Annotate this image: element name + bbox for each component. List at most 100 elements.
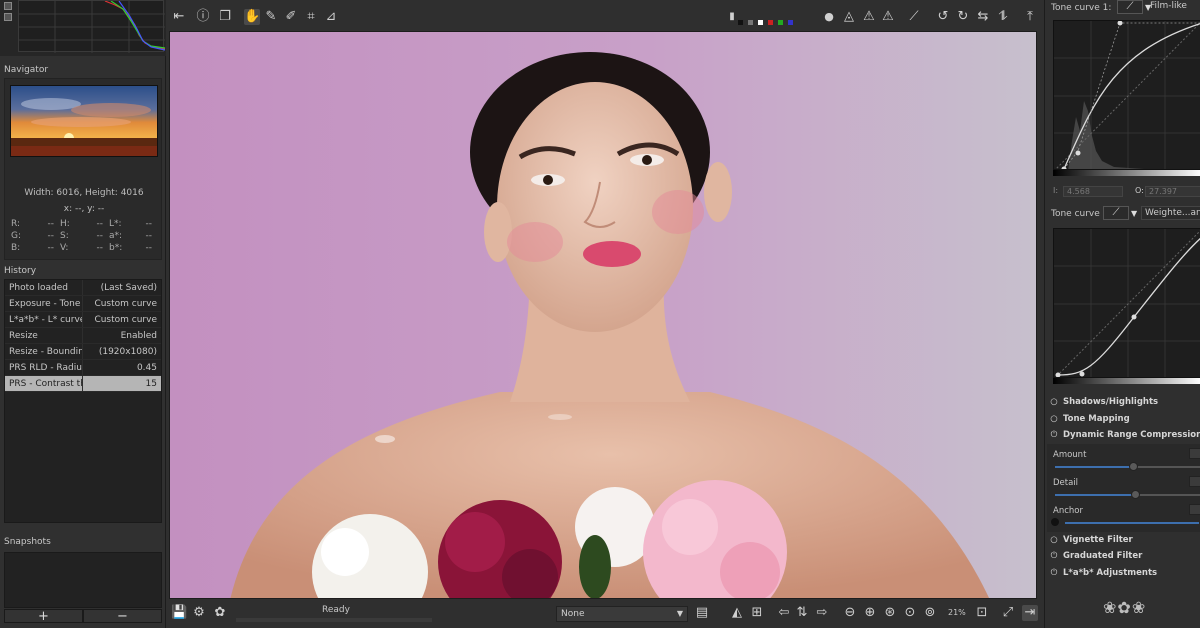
channel-buttons[interactable] bbox=[738, 19, 798, 25]
graph-icon[interactable]: ⟋ bbox=[906, 9, 922, 25]
profile-combo-value: None bbox=[561, 609, 585, 619]
history-row[interactable]: L*a*b* - L* curve Custom curve bbox=[5, 312, 161, 328]
rotate-left-icon[interactable]: ↺ bbox=[935, 9, 951, 25]
curve-io-fields: I: 4.568 O: 27.397 bbox=[1051, 186, 1200, 198]
tool-lab-adjustments[interactable]: ⏻ L*a*b* Adjustments bbox=[1049, 565, 1157, 581]
info-label: B: bbox=[11, 243, 21, 253]
detail-value-box[interactable] bbox=[1189, 476, 1200, 487]
save-image-icon[interactable]: 💾 bbox=[171, 605, 187, 621]
anchor-slider-fill[interactable] bbox=[1065, 522, 1199, 524]
tool-graduated-filter[interactable]: ⏻ Graduated Filter bbox=[1049, 548, 1143, 564]
history-row[interactable]: PRS RLD - Radius 0.45 bbox=[5, 360, 161, 376]
zoom-level: 21% bbox=[948, 608, 966, 617]
curve-mode-2[interactable]: Weighte...anda bbox=[1141, 206, 1200, 220]
curve-output-field[interactable]: 27.397 bbox=[1145, 186, 1200, 197]
new-detail-window-icon[interactable]: ⊡ bbox=[974, 605, 990, 621]
hide-top-panel-icon[interactable]: ⤒ bbox=[1022, 9, 1038, 25]
history-row[interactable]: Exposure - Tone c... Custom curve bbox=[5, 296, 161, 312]
next-image-icon[interactable]: ⇨ bbox=[814, 605, 830, 621]
info-icon[interactable]: ⓘ bbox=[195, 9, 211, 25]
tool-label: Dynamic Range Compression bbox=[1063, 430, 1200, 440]
power-icon[interactable]: ⏻ bbox=[1049, 565, 1059, 581]
tool-label: Tone Mapping bbox=[1063, 414, 1130, 424]
crop-icon[interactable]: ⌗ bbox=[303, 9, 319, 25]
history-row[interactable]: Resize Enabled bbox=[5, 328, 161, 344]
tool-label: Vignette Filter bbox=[1063, 535, 1133, 545]
history-action: Exposure - Tone c... bbox=[5, 296, 83, 311]
curve-output-label: O: bbox=[1135, 186, 1144, 195]
histogram bbox=[18, 0, 166, 53]
info-label: H: bbox=[60, 219, 70, 229]
before-after-icon[interactable]: ❐ bbox=[217, 9, 233, 25]
zoom-100-icon[interactable]: ⊛ bbox=[882, 605, 898, 621]
navigator-thumbnail[interactable] bbox=[10, 85, 158, 157]
history-row[interactable]: Photo loaded (Last Saved) bbox=[5, 280, 161, 296]
tone-curve-2-graph[interactable] bbox=[1053, 228, 1200, 378]
before-after-icon[interactable]: ◭ bbox=[729, 605, 745, 621]
curve-mode-1[interactable]: Film-like bbox=[1145, 0, 1200, 14]
straighten-icon[interactable]: ⊿ bbox=[323, 9, 339, 25]
open-external-editor-icon[interactable]: ✿ bbox=[212, 605, 228, 621]
hide-right-panel-icon[interactable]: ⇥ bbox=[1022, 605, 1038, 621]
history-row[interactable]: Resize - Bounding... (1920x1080) bbox=[5, 344, 161, 360]
amount-value-box[interactable] bbox=[1189, 448, 1200, 459]
sync-image-icon[interactable]: ⇅ bbox=[794, 605, 810, 621]
fullscreen-icon[interactable]: ⤢ bbox=[1000, 605, 1016, 621]
remove-snapshot-button[interactable]: − bbox=[83, 609, 162, 623]
tool-label: L*a*b* Adjustments bbox=[1063, 568, 1158, 578]
lock-icon[interactable]: ⊞ bbox=[749, 605, 765, 621]
tool-shadows-highlights[interactable]: ○ Shadows/Highlights bbox=[1049, 394, 1158, 410]
highlight-clip-warning-icon[interactable]: ⚠ bbox=[880, 9, 896, 25]
portrait-photo bbox=[170, 32, 1036, 598]
tone-curve-1-graph[interactable] bbox=[1053, 20, 1200, 170]
hand-tool-icon[interactable]: ✋ bbox=[244, 9, 260, 25]
drc-settings: Amount Detail Anchor bbox=[1047, 444, 1200, 532]
anchor-value-box[interactable] bbox=[1189, 504, 1200, 515]
history-action: L*a*b* - L* curve bbox=[5, 312, 83, 327]
rotate-right-icon[interactable]: ↻ bbox=[955, 9, 971, 25]
cursor-position: x: --, y: -- bbox=[63, 204, 105, 214]
focus-mask-icon[interactable]: ● bbox=[821, 9, 837, 25]
flip-vertical-icon[interactable]: ⥮ bbox=[995, 9, 1011, 25]
navigator-title: Navigator bbox=[4, 65, 49, 75]
power-icon[interactable]: ⏻ bbox=[1049, 427, 1059, 443]
curve-input-value: 4.568 bbox=[1067, 187, 1090, 196]
amount-slider-knob[interactable] bbox=[1129, 462, 1138, 471]
detail-slider-fill bbox=[1055, 494, 1135, 496]
tool-dynamic-range-compression[interactable]: ⏻ Dynamic Range Compression bbox=[1049, 427, 1200, 443]
profile-combo[interactable]: None ▼ bbox=[556, 606, 688, 622]
hide-left-panel-icon[interactable]: ⇤ bbox=[171, 9, 187, 25]
zoom-out-icon[interactable]: ⊖ bbox=[842, 605, 858, 621]
history-row-selected[interactable]: PRS - Contrast thr...15 bbox=[5, 376, 161, 392]
curve-input-label: I: bbox=[1053, 186, 1059, 195]
gamut-warning-icon[interactable]: ◬ bbox=[841, 9, 857, 25]
curve-input-field[interactable]: 4.568 bbox=[1063, 186, 1123, 197]
power-icon[interactable]: ⏻ bbox=[1049, 548, 1059, 564]
shadow-clip-warning-icon[interactable]: ⚠ bbox=[861, 9, 877, 25]
histogram-mode-buttons[interactable] bbox=[4, 2, 16, 26]
image-viewer[interactable] bbox=[169, 31, 1037, 599]
info-value: -- bbox=[47, 219, 55, 229]
add-snapshot-button[interactable]: + bbox=[4, 609, 83, 623]
curve-type-button[interactable]: ⟋ bbox=[1103, 206, 1129, 220]
pixel-info-row: B: -- V: -- b*: -- bbox=[11, 242, 159, 254]
white-balance-picker-icon[interactable]: ✎ bbox=[263, 9, 279, 25]
tool-vignette-filter[interactable]: ○ Vignette Filter bbox=[1049, 532, 1133, 548]
curve-output-value: 27.397 bbox=[1149, 187, 1177, 196]
zoom-in-icon[interactable]: ⊕ bbox=[862, 605, 878, 621]
queue-icon[interactable]: ⚙ bbox=[191, 605, 207, 621]
curve-type-button[interactable]: ⟋ bbox=[1117, 0, 1143, 14]
detail-slider-knob[interactable] bbox=[1131, 490, 1140, 499]
pixel-info-row: G: -- S: -- a*: -- bbox=[11, 230, 159, 242]
decorative-flower-icon: ❀✿❀ bbox=[1103, 598, 1147, 617]
previous-image-icon[interactable]: ⇦ bbox=[776, 605, 792, 621]
zoom-fit-icon[interactable]: ⊙ bbox=[902, 605, 918, 621]
history-value: (Last Saved) bbox=[100, 283, 157, 293]
info-value: -- bbox=[47, 243, 55, 253]
color-picker-icon[interactable]: ✐ bbox=[283, 9, 299, 25]
zoom-fit-crop-icon[interactable]: ⊚ bbox=[922, 605, 938, 621]
chevron-down-icon[interactable]: ▼ bbox=[1131, 209, 1137, 218]
tool-tone-mapping[interactable]: ○ Tone Mapping bbox=[1049, 411, 1130, 427]
soft-proofing-icon[interactable]: ▤ bbox=[694, 605, 710, 621]
flip-horizontal-icon[interactable]: ⇆ bbox=[975, 9, 991, 25]
